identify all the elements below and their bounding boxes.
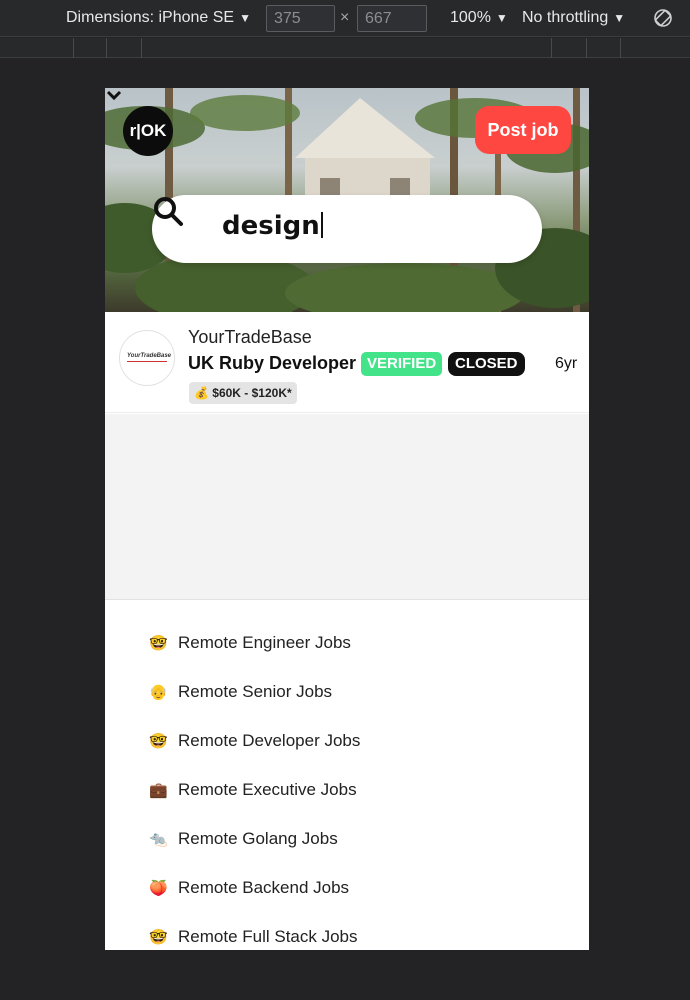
- related-link-executive[interactable]: 💼 Remote Executive Jobs: [149, 780, 360, 829]
- zoom-dropdown[interactable]: 100% ▼: [450, 9, 508, 27]
- briefcase-icon: 💼: [149, 782, 168, 799]
- company-name: YourTradeBase: [188, 327, 312, 347]
- search-bar[interactable]: design: [152, 195, 542, 263]
- related-jobs-list: 🤓 Remote Engineer Jobs 👴 Remote Senior Job…: [149, 633, 360, 950]
- salary-tag[interactable]: 💰 $60K - $120K*: [189, 382, 297, 404]
- post-job-button[interactable]: Post job: [475, 106, 571, 154]
- text-cursor: [320, 212, 323, 238]
- job-listing-row[interactable]: YourTradeBase YourTradeBase UK Ruby Deve…: [105, 312, 589, 413]
- chevron-down-icon[interactable]: [105, 88, 123, 102]
- related-link-engineer[interactable]: 🤓 Remote Engineer Jobs: [149, 633, 360, 682]
- dimensions-label: Dimensions: iPhone SE: [66, 9, 235, 26]
- caret-down-icon: ▼: [495, 11, 508, 25]
- closed-badge: CLOSED: [448, 352, 525, 376]
- throttling-label: No throttling: [522, 9, 609, 26]
- dimensions-dropdown[interactable]: Dimensions: iPhone SE ▼: [66, 9, 251, 27]
- old-man-icon: 👴: [149, 684, 168, 701]
- rat-icon: 🐀: [149, 831, 168, 848]
- verified-badge: VERIFIED: [361, 352, 443, 376]
- phone-viewport: r|OK Post job design YourTradeBase YourT…: [105, 88, 589, 950]
- search-icon: [154, 197, 183, 226]
- company-logo: YourTradeBase: [119, 330, 175, 386]
- nerd-face-icon: 🤓: [149, 733, 168, 750]
- related-link-full-stack[interactable]: 🤓 Remote Full Stack Jobs: [149, 927, 360, 950]
- media-query-ruler[interactable]: [0, 38, 690, 58]
- search-query: design: [222, 211, 320, 241]
- device-toolbar: Dimensions: iPhone SE ▼ 375 × 667 100% ▼ N…: [0, 0, 690, 37]
- rotate-icon[interactable]: [653, 8, 673, 28]
- hero-banner: r|OK Post job design: [105, 88, 589, 312]
- nerd-face-icon: 🤓: [149, 929, 168, 946]
- company-logo-text: YourTradeBase: [127, 353, 172, 359]
- job-age: 6yr: [555, 355, 578, 372]
- link-label: Remote Engineer Jobs: [178, 633, 351, 652]
- nerd-face-icon: 🤓: [149, 635, 168, 652]
- site-logo[interactable]: r|OK: [123, 106, 173, 156]
- related-link-developer[interactable]: 🤓 Remote Developer Jobs: [149, 731, 360, 780]
- link-label: Remote Backend Jobs: [178, 878, 350, 897]
- related-link-backend[interactable]: 🍑 Remote Backend Jobs: [149, 878, 360, 927]
- link-label: Remote Executive Jobs: [178, 780, 357, 799]
- link-label: Remote Golang Jobs: [178, 829, 338, 848]
- dimension-separator: ×: [340, 9, 350, 26]
- height-input[interactable]: 667: [357, 5, 427, 32]
- search-input[interactable]: design: [222, 211, 323, 241]
- job-title[interactable]: UK Ruby Developer: [188, 353, 356, 374]
- related-link-senior[interactable]: 👴 Remote Senior Jobs: [149, 682, 360, 731]
- link-label: Remote Senior Jobs: [178, 682, 333, 701]
- link-label: Remote Developer Jobs: [178, 731, 361, 750]
- zoom-label: 100%: [450, 9, 491, 26]
- throttling-dropdown[interactable]: No throttling ▼: [522, 9, 625, 27]
- caret-down-icon: ▼: [239, 11, 251, 25]
- related-link-golang[interactable]: 🐀 Remote Golang Jobs: [149, 829, 360, 878]
- peach-icon: 🍑: [149, 880, 168, 897]
- width-input[interactable]: 375: [266, 5, 335, 32]
- caret-down-icon: ▼: [613, 11, 626, 25]
- link-label: Remote Full Stack Jobs: [178, 927, 358, 946]
- empty-results-area: [105, 414, 589, 600]
